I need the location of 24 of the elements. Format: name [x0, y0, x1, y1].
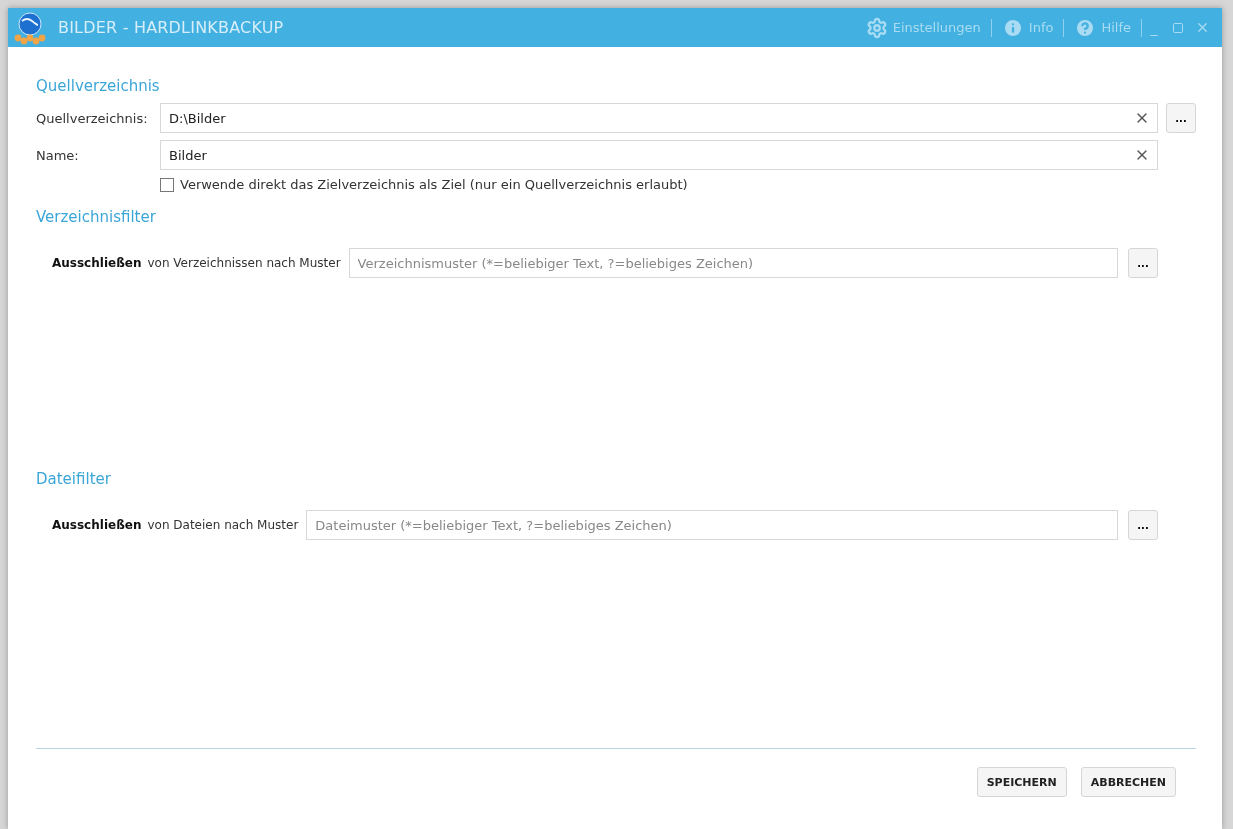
filter-label: von Verzeichnissen nach Muster	[147, 256, 341, 270]
gear-icon	[865, 16, 888, 39]
window-title: BILDER - HARDLINKBACKUP	[58, 18, 285, 37]
text-field[interactable]: D:\Bilder	[160, 103, 1158, 133]
globe-logo-icon	[12, 10, 48, 45]
text-field[interactable]: Bilder	[160, 140, 1158, 170]
browse-button[interactable]: ...	[1166, 103, 1196, 133]
browse-button[interactable]: ...	[1128, 510, 1158, 540]
exclude-label: Ausschließen	[52, 518, 142, 532]
pattern-field[interactable]: Verzeichnismuster (*=beliebiger Text, ?=beliebiges Zeichen)	[348, 248, 1118, 278]
field-label: Name:	[36, 147, 80, 163]
pattern-field[interactable]: Dateimuster (*=beliebiger Text, ?=beliebiges Zeichen)	[306, 510, 1118, 540]
section-heading: Quellverzeichnis	[36, 77, 161, 95]
section-heading: Dateifilter	[36, 470, 112, 488]
maximize-icon	[1172, 21, 1184, 34]
dialog-button[interactable]: SPEICHERN	[976, 767, 1067, 797]
field-label: Quellverzeichnis:	[36, 110, 149, 126]
checkbox-label: Verwende direkt das Zielverzeichnis als Ziel (nur ein Quellverzeichnis erlaubt)	[180, 177, 688, 192]
section-heading: Verzeichnisfilter	[36, 208, 157, 226]
dialog-button[interactable]: ABBRECHEN	[1080, 767, 1176, 797]
browse-button[interactable]: ...	[1128, 248, 1158, 278]
checkbox[interactable]	[160, 177, 174, 192]
exclude-label: Ausschließen	[52, 256, 142, 270]
filter-label: von Dateien nach Muster	[147, 518, 299, 532]
